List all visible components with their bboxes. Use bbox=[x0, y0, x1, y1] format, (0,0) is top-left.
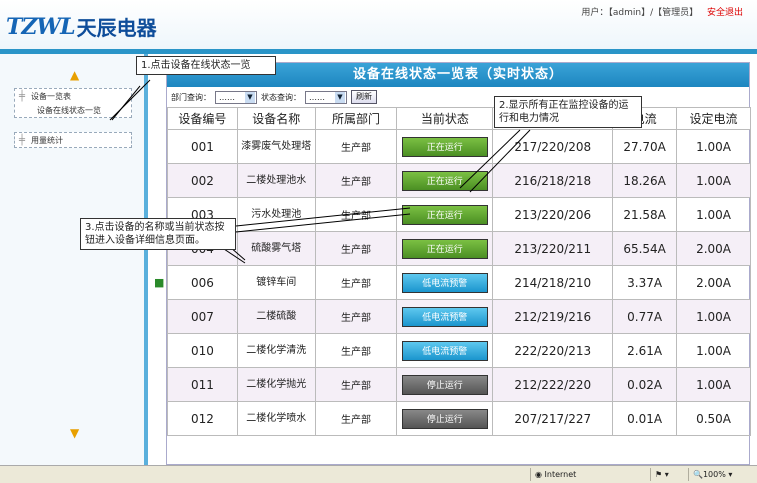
callout-step-3: 3.点击设备的名称或当前状态按钮进入设备详细信息页面。 bbox=[80, 218, 236, 250]
callout-step-2: 2.显示所有正在监控设备的运行和电力情况 bbox=[494, 96, 642, 128]
callout-step-1: 1.点击设备在线状态一览 bbox=[136, 56, 276, 75]
zoom-value: 100% bbox=[702, 470, 726, 479]
globe-icon: ◉ bbox=[535, 470, 545, 479]
zone-label: Internet bbox=[544, 470, 577, 479]
zoom-icon: 🔍 bbox=[693, 470, 703, 479]
browser-status-bar: ◉ Internet ⚑ ▾ 🔍100% ▾ bbox=[0, 465, 757, 483]
security-zone: ◉ Internet bbox=[530, 468, 648, 481]
protected-mode[interactable]: ⚑ ▾ bbox=[650, 468, 686, 481]
shield-icon: ⚑ ▾ bbox=[655, 470, 669, 479]
zoom-control[interactable]: 🔍100% ▾ bbox=[688, 468, 754, 481]
